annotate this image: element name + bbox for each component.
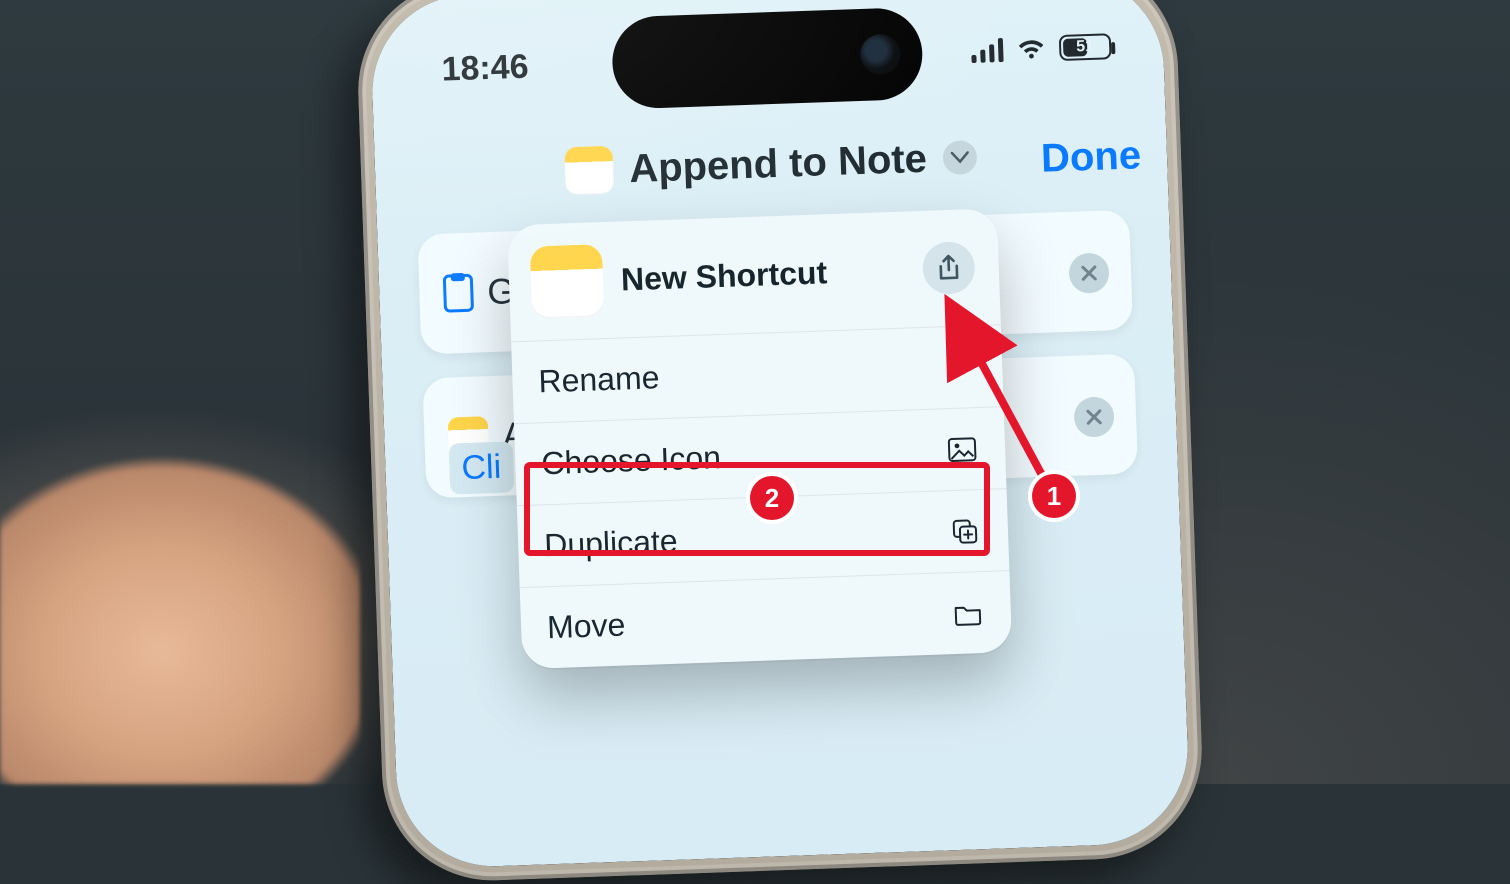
share-icon: [936, 254, 961, 283]
shortcut-title[interactable]: Append to Note: [628, 136, 927, 191]
shortcut-options-popover: New Shortcut Rename Choose Ic: [507, 208, 1012, 669]
annotation-badge-1: 1: [1032, 474, 1076, 518]
action-card-2-close[interactable]: [1073, 396, 1114, 437]
annotation-badge-2: 2: [750, 476, 794, 520]
done-button[interactable]: Done: [1026, 125, 1156, 190]
menu-item-label: Rename: [538, 359, 660, 400]
menu-item-move[interactable]: Move: [520, 571, 1013, 669]
title-menu-chevron[interactable]: [942, 140, 977, 175]
menu-item-label: Choose Icon: [541, 439, 722, 482]
pencil-icon: [942, 350, 977, 385]
menu-item-label: Move: [546, 607, 625, 647]
hand-thumb: [0, 404, 360, 784]
dynamic-island: [611, 7, 924, 110]
battery-icon: 51: [1059, 33, 1112, 61]
iphone-device: 18:46 51: [355, 0, 1206, 884]
close-icon: [1080, 264, 1099, 283]
image-icon: [945, 432, 980, 467]
clipboard-token[interactable]: Cli: [449, 441, 514, 494]
popover-shortcut-name: New Shortcut: [620, 251, 905, 298]
wifi-icon: [1017, 38, 1046, 61]
notes-app-icon: [530, 244, 604, 318]
menu-item-label: Duplicate: [544, 523, 679, 565]
clipboard-icon: [443, 274, 474, 313]
notes-app-icon: [564, 146, 614, 196]
chevron-down-icon: [952, 152, 968, 162]
action-card-1-close[interactable]: [1068, 252, 1109, 293]
cellular-icon: [971, 38, 1004, 63]
close-icon: [1085, 408, 1104, 427]
status-time: 18:46: [441, 47, 529, 89]
share-button[interactable]: [922, 241, 976, 295]
front-camera: [860, 34, 901, 75]
duplicate-icon: [947, 514, 982, 549]
folder-icon: [950, 595, 985, 630]
popover-header: New Shortcut: [507, 208, 1001, 342]
